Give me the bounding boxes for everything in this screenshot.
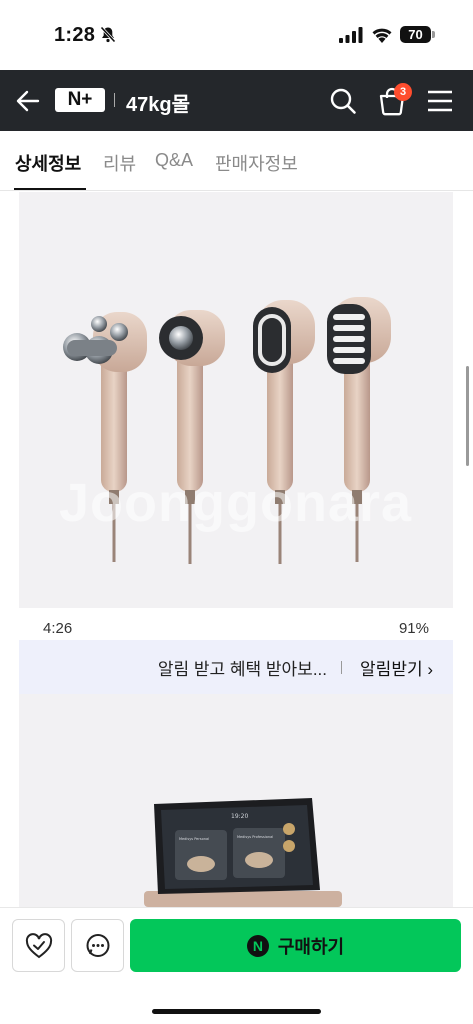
product-photo-massage-guns: Joonggonara: [19, 192, 453, 608]
logo-text: N+: [67, 89, 93, 110]
menu-icon[interactable]: [427, 89, 453, 113]
store-name[interactable]: 47kg몰: [126, 88, 190, 117]
product-photo-device-console: 19:20 Medisys Personal Medisys Professio…: [19, 694, 453, 907]
embedded-battery: 91%: [398, 620, 429, 637]
massage-guns-illustration: [63, 297, 391, 564]
notification-divider: [341, 661, 342, 674]
battery-indicator: 70: [400, 26, 431, 43]
device-screen-right-tile: Medisys Professional: [237, 835, 273, 839]
subscribe-notification-button[interactable]: 알림받기 ›: [360, 655, 433, 680]
bottom-action-bar: N 구매하기: [0, 907, 473, 1024]
wishlist-button[interactable]: [12, 919, 65, 972]
naver-plus-logo[interactable]: N+: [55, 88, 105, 112]
device-console-illustration: 19:20 Medisys Personal Medisys Professio…: [144, 798, 342, 907]
npay-icon: N: [246, 934, 269, 957]
scrollbar-thumb[interactable]: [466, 366, 469, 466]
cart-count-badge: 3: [394, 83, 412, 101]
chat-bubble-icon: [86, 933, 109, 957]
watermark: Joonggonara: [59, 473, 413, 533]
notification-text: 알림 받고 혜택 받아보...: [157, 660, 327, 679]
home-indicator[interactable]: [152, 1009, 321, 1014]
product-detail-content: Joonggonara 4:26 91% 알림 받고 혜택 받아보... 알림받…: [0, 192, 473, 907]
signal-icon: [339, 27, 363, 43]
wifi-icon: [372, 28, 392, 43]
detail-tabs: 상세정보 리뷰 Q&A 판매자정보: [0, 131, 473, 191]
back-arrow-icon[interactable]: [14, 87, 42, 115]
tab-seller-info[interactable]: 판매자정보: [215, 150, 298, 176]
buy-button-label: 구매하기: [277, 936, 345, 957]
status-bar: 1:28 70: [0, 0, 473, 70]
tab-reviews[interactable]: 리뷰: [103, 150, 136, 176]
device-screen-left-tile: Medisys Personal: [179, 837, 209, 841]
tab-qna[interactable]: Q&A: [155, 150, 193, 171]
status-time: 1:28: [54, 24, 96, 46]
device-screen-time: 19:20: [231, 813, 248, 820]
embedded-status-bar: 4:26 91%: [19, 608, 453, 640]
notification-banner[interactable]: 알림 받고 혜택 받아보... 알림받기 ›: [19, 640, 453, 694]
buy-button[interactable]: N 구매하기: [130, 919, 461, 972]
battery-cap: [432, 31, 435, 38]
bell-off-icon: [100, 26, 116, 43]
heart-check-icon: [25, 932, 52, 958]
active-tab-indicator: [14, 188, 86, 190]
search-icon[interactable]: [329, 87, 357, 115]
nav-divider: [114, 93, 115, 107]
embedded-time: 4:26: [43, 620, 73, 637]
talk-button[interactable]: [71, 919, 124, 972]
tab-details[interactable]: 상세정보: [15, 150, 81, 176]
